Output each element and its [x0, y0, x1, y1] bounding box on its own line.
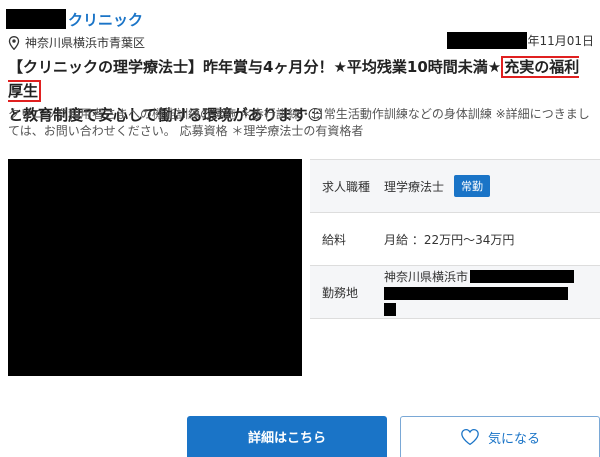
job-info-table: 求人職種 理学療法士 常勤 給料 月給 ：22万円～34万円 勤務地 神奈川県横…	[310, 159, 600, 319]
location: 神奈川県横浜市青葉区	[8, 34, 145, 51]
favorite-button-label: 気になる	[487, 430, 540, 446]
redacted-address-3	[384, 302, 396, 316]
job-listing-card: クリニック 神奈川県横浜市青葉区 年11月01日 【クリニックの理学療法士】昨年…	[0, 0, 600, 457]
salary-value: 月給 ：22万円～34万円	[384, 232, 515, 247]
posted-date-text: 年11月01日	[527, 34, 594, 48]
job-description: クリニック利用者さまへの機能訓練の実施 ＊歩行訓練・日常生活動作訓練などの身体訓…	[8, 107, 590, 138]
address-line-1: 神奈川県横浜市	[384, 269, 575, 284]
job-type-value-cell: 理学療法士 常勤	[384, 160, 600, 212]
redacted-clinic-name	[6, 9, 66, 29]
info-row-salary: 給料 月給 ：22万円～34万円	[310, 213, 600, 266]
favorite-button[interactable]: 気になる	[400, 416, 600, 457]
job-image	[8, 159, 302, 376]
info-row-job-type: 求人職種 理学療法士 常勤	[310, 160, 600, 213]
redacted-address-1	[470, 269, 575, 283]
salary-label: 給料	[322, 232, 347, 247]
clinic-name-link[interactable]: クリニック	[68, 9, 143, 30]
redacted-year	[447, 32, 528, 49]
map-pin-icon	[8, 35, 20, 50]
work-location-value-cell: 神奈川県横浜市	[384, 266, 600, 318]
job-title-main: 【クリニックの理学療法士】昨年賞与4ヶ月分！★平均残業10時間未満★	[8, 58, 502, 76]
clinic-name: クリニック	[6, 8, 143, 30]
job-type-value: 理学療法士	[384, 179, 445, 194]
info-row-location: 勤務地 神奈川県横浜市	[310, 266, 600, 319]
posted-date: 年11月01日	[447, 32, 594, 49]
location-text: 神奈川県横浜市青葉区	[25, 36, 146, 50]
employment-type-badge: 常勤	[454, 175, 491, 197]
redacted-address-2	[384, 286, 568, 300]
work-location-value: 神奈川県横浜市	[384, 269, 469, 284]
work-location-label: 勤務地	[322, 285, 359, 300]
heart-outline-icon	[461, 428, 479, 446]
job-type-label: 求人職種	[322, 179, 371, 194]
view-details-button[interactable]: 詳細はこちら	[187, 416, 387, 457]
